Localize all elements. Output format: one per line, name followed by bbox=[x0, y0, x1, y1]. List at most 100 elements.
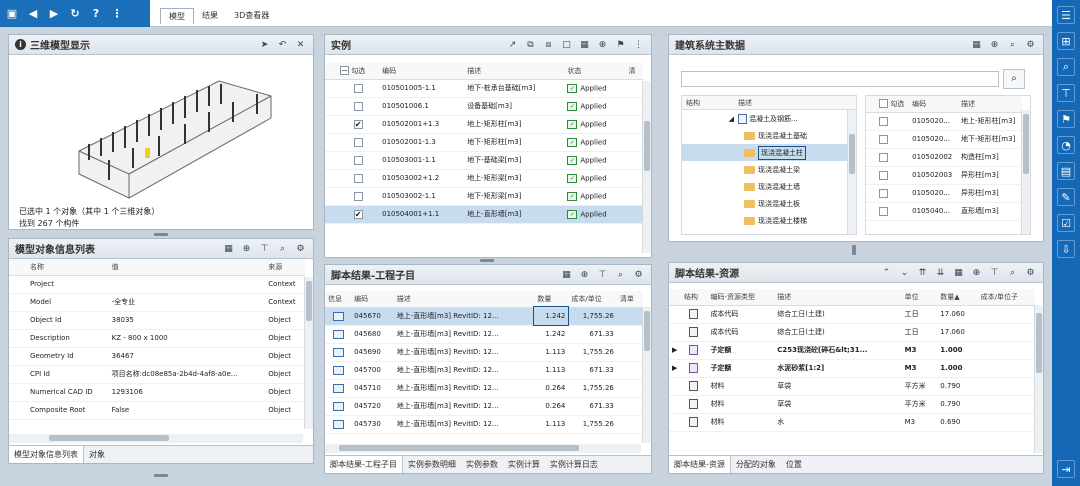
tab-instance-calc[interactable]: 实例计算 bbox=[503, 456, 545, 474]
move-top-icon[interactable]: ⇈ bbox=[916, 266, 929, 279]
zoom-icon[interactable]: ⊕ bbox=[970, 266, 983, 279]
col-bill[interactable]: 清单 bbox=[616, 291, 643, 308]
document-icon[interactable]: ▤ bbox=[1057, 162, 1075, 180]
table-row[interactable]: 045700 地上-直形墙[m3] RevitID: 12... 1.113 671.… bbox=[325, 361, 643, 380]
save-icon[interactable]: ▣ bbox=[6, 7, 18, 21]
filter-icon[interactable]: ⊤ bbox=[258, 242, 271, 255]
search-icon[interactable]: ⌕ bbox=[276, 242, 289, 255]
col-desc[interactable]: 描述 bbox=[774, 289, 902, 306]
more-icon[interactable]: ⋮ bbox=[632, 38, 645, 51]
col-qty[interactable]: 数量 bbox=[534, 291, 569, 308]
table-row[interactable]: 010503001-1.1 地下-基础梁[m3] ✓ Applied bbox=[325, 151, 643, 170]
tree-item[interactable]: 现浇混凝土基础 bbox=[682, 127, 856, 144]
col-desc[interactable]: 描述 bbox=[464, 63, 565, 80]
tab-object-info[interactable]: 模型对象信息列表 bbox=[9, 445, 84, 463]
splitter-handle[interactable] bbox=[480, 259, 494, 262]
back-icon[interactable]: ◀ bbox=[27, 7, 39, 21]
tab-model[interactable]: 模型 bbox=[160, 8, 194, 24]
move-bottom-icon[interactable]: ⇊ bbox=[934, 266, 947, 279]
grid-col-code[interactable]: 编码 bbox=[909, 96, 959, 113]
duplicate-icon[interactable]: ⧈ bbox=[542, 38, 555, 51]
table-row[interactable]: 010503002-1.1 地下-矩形梁[m3] ✓ Applied bbox=[325, 187, 643, 206]
table-row[interactable]: 材料 草袋 平方米 0.790 bbox=[669, 395, 1035, 414]
search-icon[interactable]: ⌕ bbox=[1006, 266, 1019, 279]
col-resource-type[interactable]: 编码-资源类型 bbox=[707, 289, 775, 306]
col-clear[interactable]: 清 bbox=[625, 63, 643, 80]
tree-col-desc[interactable]: 描述 bbox=[738, 98, 752, 108]
new-icon[interactable]: □ bbox=[560, 38, 573, 51]
expand-icon[interactable]: ▶ bbox=[669, 341, 681, 360]
col-code[interactable]: 编码 bbox=[379, 63, 465, 80]
forward-icon[interactable]: ▶ bbox=[48, 7, 60, 21]
col-desc[interactable]: 描述 bbox=[393, 291, 535, 308]
instance-scrollbar[interactable] bbox=[642, 81, 651, 253]
master-search-button[interactable]: ⌕ bbox=[1003, 69, 1025, 89]
search-icon[interactable]: ⌕ bbox=[1057, 58, 1075, 76]
table-row[interactable]: 045680 地上-直形墙[m3] RevitID: 12... 1.242 671.… bbox=[325, 325, 643, 344]
zoom-icon[interactable]: ⊕ bbox=[240, 242, 253, 255]
table-row[interactable]: Project Context bbox=[9, 275, 305, 294]
row-checkbox[interactable] bbox=[337, 133, 380, 152]
table-row[interactable]: Geometry Id 36467 Object bbox=[9, 347, 305, 366]
3d-model-view[interactable]: 已选中 1 个对象（其中 1 个三维对象） 找到 267 个构件 bbox=[9, 56, 314, 230]
table-row[interactable]: ▶ 子定额 水泥砂浆[1:2] M3 1.000 bbox=[669, 359, 1035, 378]
row-checkbox[interactable]: ✔ bbox=[337, 115, 380, 134]
table-row[interactable]: ▶ 子定额 C253现浇砼[碎石&lt;31... M3 1.000 bbox=[669, 341, 1035, 360]
tree-item[interactable]: 现浇混凝土柱 bbox=[682, 144, 856, 161]
table-row[interactable]: 010501005-1.1 地下-桩承台基础[m3] ✓ Applied bbox=[325, 79, 643, 98]
move-down-icon[interactable]: ⌄ bbox=[898, 266, 911, 279]
tab-object[interactable]: 对象 bbox=[84, 446, 110, 464]
table-row[interactable]: 045720 地上-直形墙[m3] RevitID: 12... 0.264 671.… bbox=[325, 397, 643, 416]
settings-icon[interactable]: ⚙ bbox=[1024, 38, 1037, 51]
tab-instance-calc-log[interactable]: 实例计算日志 bbox=[545, 456, 603, 474]
table-row[interactable]: 成本代码 综合工日(土建) 工日 17.060 bbox=[669, 323, 1035, 342]
row-checkbox[interactable] bbox=[876, 112, 910, 131]
flag-icon[interactable]: ⚑ bbox=[614, 38, 627, 51]
col-unit[interactable]: 单位 bbox=[901, 289, 938, 306]
row-checkbox[interactable] bbox=[337, 169, 380, 188]
tree-root[interactable]: ◢ 混凝土及钢筋... bbox=[682, 110, 856, 127]
script-hscrollbar[interactable] bbox=[325, 444, 641, 453]
tab-results[interactable]: 结果 bbox=[194, 8, 226, 24]
grid-icon[interactable]: ▦ bbox=[560, 268, 573, 281]
tab-script-results[interactable]: 脚本结果-工程子目 bbox=[325, 455, 403, 473]
row-checkbox[interactable] bbox=[876, 202, 910, 221]
tab-location[interactable]: 位置 bbox=[781, 456, 807, 474]
table-row[interactable]: 0105040... 直形墙[m3] bbox=[866, 202, 1022, 221]
download-icon[interactable]: ⇩ bbox=[1057, 240, 1075, 258]
col-cost[interactable]: 成本/单位 bbox=[568, 291, 617, 308]
table-row[interactable]: Model -全专业 Context bbox=[9, 293, 305, 312]
table-row[interactable]: 材料水 M3 0.690 bbox=[669, 413, 1035, 432]
table-row[interactable]: 成本代码 综合工日(土建) 工日 17.060 bbox=[669, 305, 1035, 324]
collapse-icon[interactable]: ◢ bbox=[682, 115, 738, 123]
tree-item[interactable]: 现浇混凝土板 bbox=[682, 195, 856, 212]
table-row[interactable]: Numerical CAD ID 1293106 Object bbox=[9, 383, 305, 402]
row-checkbox[interactable] bbox=[876, 130, 910, 149]
refresh-icon[interactable]: ↻ bbox=[69, 7, 81, 21]
table-row[interactable]: 010503002+1.2 地上-矩形梁[m3] ✓ Applied bbox=[325, 169, 643, 188]
add-calendar-icon[interactable]: ⊞ bbox=[1057, 32, 1075, 50]
help-icon[interactable]: ? bbox=[90, 7, 102, 21]
table-row[interactable]: 0105020... 地下-矩形柱[m3] bbox=[866, 130, 1022, 149]
table-row[interactable]: 010502001-1.3 地下-矩形柱[m3] ✓ Applied bbox=[325, 133, 643, 152]
tab-resource-results[interactable]: 脚本结果-资源 bbox=[669, 455, 731, 473]
table-row[interactable]: ✔ 010504001+1.1 地上-直形墙[m3] ✓ Applied bbox=[325, 205, 643, 224]
row-checkbox[interactable] bbox=[876, 184, 910, 203]
search-icon[interactable]: ⌕ bbox=[1006, 38, 1019, 51]
zoom-icon[interactable]: ⊕ bbox=[578, 268, 591, 281]
sidebar-toggle-icon[interactable]: ☰ bbox=[1057, 6, 1075, 24]
col-qty[interactable]: 数量▲ bbox=[937, 289, 978, 306]
props-scrollbar[interactable] bbox=[304, 277, 313, 429]
rotate-icon[interactable]: ↶ bbox=[276, 38, 289, 51]
tree-item[interactable]: 现浇混凝土墙 bbox=[682, 178, 856, 195]
clock-icon[interactable]: ◔ bbox=[1057, 136, 1075, 154]
table-row[interactable]: CPI Id 项目名称:dc08e85a-2b4d-4af8-a0e... Obje… bbox=[9, 365, 305, 384]
splitter-handle[interactable] bbox=[852, 245, 856, 255]
settings-icon[interactable]: ⚙ bbox=[1024, 266, 1037, 279]
checklist-icon[interactable]: ☑ bbox=[1057, 214, 1075, 232]
row-checkbox[interactable] bbox=[337, 97, 380, 116]
grid-icon[interactable]: ▦ bbox=[970, 38, 983, 51]
table-row[interactable]: 045670 地上-直形墙[m3] RevitID: 12... 1.242 1,75… bbox=[325, 306, 643, 326]
filter-icon[interactable]: ⊤ bbox=[1057, 84, 1075, 102]
script-scrollbar[interactable] bbox=[642, 307, 651, 443]
